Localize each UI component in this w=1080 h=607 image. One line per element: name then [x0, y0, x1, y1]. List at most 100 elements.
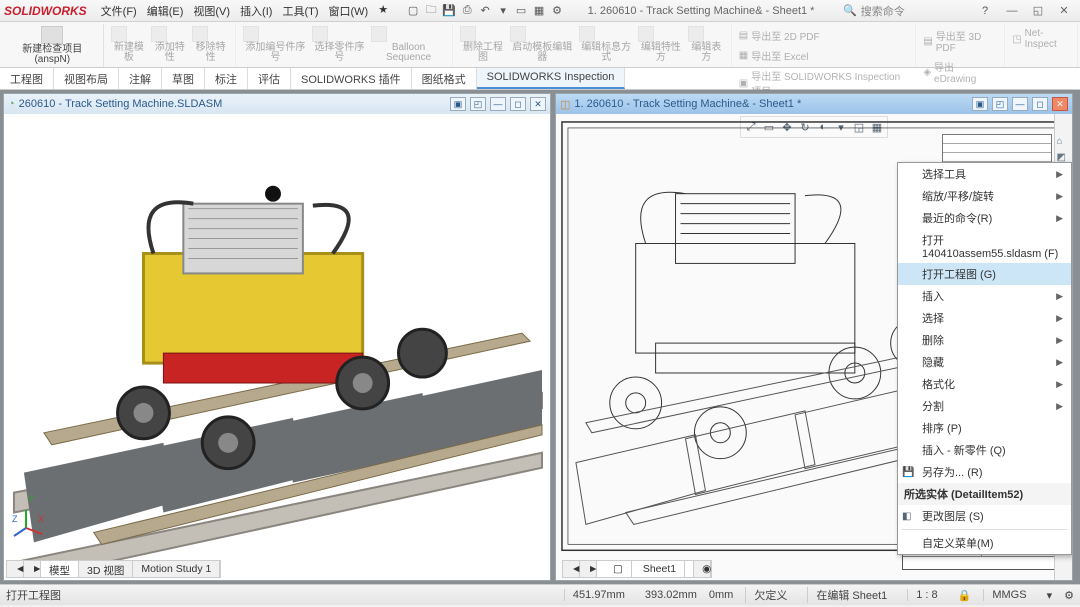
- tab-model[interactable]: 模型: [41, 561, 79, 577]
- ctx-customize[interactable]: 自定义菜单(M): [898, 532, 1071, 554]
- menu-star[interactable]: ★: [374, 1, 392, 21]
- qat-undo-icon[interactable]: ↶: [478, 4, 492, 18]
- menu-edit[interactable]: 编辑(E): [143, 1, 188, 21]
- ctx-delete[interactable]: 删除▶: [898, 329, 1071, 351]
- sheet-next-icon[interactable]: ►: [580, 561, 597, 577]
- new-template-icon[interactable]: [111, 26, 127, 42]
- status-scale[interactable]: 1 : 8: [907, 589, 945, 601]
- status-coord-x: 451.97mm: [564, 589, 633, 601]
- qat-save-icon[interactable]: 💾: [442, 4, 456, 18]
- tab-inspection[interactable]: SOLIDWORKS Inspection: [477, 68, 626, 89]
- export-edraw[interactable]: ◈导出 eDrawing: [923, 57, 998, 87]
- tab-markup[interactable]: 标注: [205, 68, 248, 89]
- ctx-insert[interactable]: 插入▶: [898, 285, 1071, 307]
- qat-select-icon[interactable]: ▭: [514, 4, 528, 18]
- ctx-select-tool[interactable]: 选择工具▶: [898, 163, 1071, 185]
- status-dropdown-icon[interactable]: ▾: [1047, 589, 1053, 602]
- mdi-close-button-r[interactable]: ✕: [1052, 97, 1068, 111]
- tab-3dview[interactable]: 3D 视图: [79, 561, 133, 577]
- remove-chars-icon[interactable]: [192, 26, 208, 42]
- ctx-save-as[interactable]: 💾另存为... (R): [898, 461, 1071, 483]
- mdi-popout-icon[interactable]: ◰: [470, 97, 486, 111]
- inspect-proj-icon[interactable]: [41, 26, 63, 44]
- ctx-open-drawing[interactable]: 打开工程图 (G): [898, 263, 1071, 285]
- status-units[interactable]: MMGS: [983, 589, 1034, 601]
- edit-char-icon[interactable]: [638, 26, 654, 42]
- edit-table-icon[interactable]: [688, 26, 704, 42]
- restore-button[interactable]: ◱: [1026, 3, 1050, 19]
- mdi-min-button[interactable]: —: [490, 97, 506, 111]
- drawing-viewport[interactable]: ⤢ ▭ ✥ ↻ ◐ ▾ ◲ ▦: [556, 114, 1072, 580]
- tab-evaluate[interactable]: 评估: [248, 68, 291, 89]
- ctx-insert-new[interactable]: 插入 - 新零件 (Q): [898, 439, 1071, 461]
- menu-view[interactable]: 视图(V): [189, 1, 234, 21]
- menu-tools[interactable]: 工具(T): [278, 1, 322, 21]
- orientation-triad[interactable]: Y X Z: [16, 508, 46, 540]
- qat-open-icon[interactable]: 🗀: [424, 4, 438, 18]
- status-lock-icon[interactable]: 🔒: [958, 589, 972, 602]
- tab-next-icon[interactable]: ►: [24, 561, 41, 577]
- mdi-max-button[interactable]: ◻: [510, 97, 526, 111]
- sheet-prev-icon[interactable]: ◄: [563, 561, 580, 577]
- minimize-button[interactable]: —: [1000, 3, 1024, 19]
- remove-drawing-icon[interactable]: [460, 26, 476, 42]
- add-chars-icon[interactable]: [151, 26, 167, 42]
- edit-balloon-icon[interactable]: [579, 26, 595, 42]
- tab-addins[interactable]: SOLIDWORKS 插件: [291, 68, 412, 89]
- tab-annotate[interactable]: 注解: [119, 68, 162, 89]
- ctx-sort[interactable]: 排序 (P): [898, 417, 1071, 439]
- ctx-change-layer[interactable]: ◧更改图层 (S): [898, 505, 1071, 527]
- add-sheet-icon[interactable]: ◉: [694, 561, 711, 577]
- ctx-zoom-pan[interactable]: 缩放/平移/旋转▶: [898, 185, 1071, 207]
- taskpane-home-icon[interactable]: ⌂: [1057, 136, 1071, 150]
- rib-group-export1: ▤导出至 2D PDF ▦导出至 Excel ▣导出至 SOLIDWORKS I…: [733, 24, 917, 67]
- ctx-recent[interactable]: 最近的命令(R)▶: [898, 207, 1071, 229]
- mdi-max-button-r[interactable]: ◻: [1032, 97, 1048, 111]
- ctx-open-file-label: 打开 140410assem55.sldasm (F): [922, 232, 1063, 260]
- mdi-min-button-r[interactable]: —: [1012, 97, 1028, 111]
- export-3d[interactable]: ▤导出至 3D PDF: [923, 26, 998, 56]
- mdi-window-model: ◔ 260610 - Track Setting Machine.SLDASM …: [3, 93, 551, 581]
- help-icon[interactable]: ?: [978, 4, 992, 18]
- tab-sheetformat[interactable]: 图纸格式: [412, 68, 477, 89]
- tab-sketch[interactable]: 草图: [162, 68, 205, 89]
- mdi-close-button[interactable]: ✕: [530, 97, 546, 111]
- ctx-select-tool-label: 选择工具: [922, 166, 966, 182]
- netinspect[interactable]: ◳Net-Inspect: [1012, 26, 1071, 52]
- qat-rebuild-icon[interactable]: ▦: [532, 4, 546, 18]
- menu-insert[interactable]: 插入(I): [236, 1, 276, 21]
- command-search[interactable]: 🔍 搜索命令: [838, 1, 978, 21]
- qat-options-icon[interactable]: ⚙: [550, 4, 564, 18]
- ctx-select[interactable]: 选择▶: [898, 307, 1071, 329]
- export-excel[interactable]: ▦导出至 Excel: [739, 46, 910, 65]
- qat-print-icon[interactable]: ⎙: [460, 4, 474, 18]
- ctx-open-file[interactable]: 打开 140410assem55.sldasm (F): [898, 229, 1071, 263]
- launch-tpl-icon[interactable]: [510, 26, 526, 42]
- menu-window[interactable]: 窗口(W): [325, 1, 373, 21]
- close-button[interactable]: ✕: [1052, 3, 1076, 19]
- mdi-viewport-icon[interactable]: ▣: [450, 97, 466, 111]
- add-nums-icon[interactable]: [243, 26, 259, 42]
- export-2d[interactable]: ▤导出至 2D PDF: [739, 26, 910, 45]
- balloon-seq-icon[interactable]: [371, 26, 387, 42]
- mdi-title-drawing[interactable]: ◫ 1. 260610 - Track Setting Machine& - S…: [556, 94, 1072, 114]
- tab-prev-icon[interactable]: ◄: [7, 561, 24, 577]
- qat-new-icon[interactable]: ▢: [406, 4, 420, 18]
- tab-layout[interactable]: 视图布局: [54, 68, 119, 89]
- tab-drawing[interactable]: 工程图: [0, 68, 54, 89]
- menu-file[interactable]: 文件(F): [97, 1, 141, 21]
- ctx-hide[interactable]: 隐藏▶: [898, 351, 1071, 373]
- mdi-viewport-icon-r[interactable]: ▣: [972, 97, 988, 111]
- status-gear-icon[interactable]: ⚙: [1064, 589, 1074, 602]
- save-as-icon: 💾: [902, 465, 916, 479]
- sheet-tab[interactable]: ▢ Sheet1: [597, 561, 694, 577]
- mdi-title-model[interactable]: ◔ 260610 - Track Setting Machine.SLDASM …: [4, 94, 550, 114]
- assembly-icon: ◔: [8, 98, 15, 110]
- mdi-popout-icon-r[interactable]: ◰: [992, 97, 1008, 111]
- model-viewport[interactable]: Y X Z ◄ ► 模型 3D 视图 Motion Study 1: [4, 114, 550, 580]
- tab-motion[interactable]: Motion Study 1: [133, 561, 220, 577]
- qat-redo-icon[interactable]: ▾: [496, 4, 510, 18]
- ctx-format[interactable]: 格式化▶: [898, 373, 1071, 395]
- select-nums-icon[interactable]: [312, 26, 328, 42]
- ctx-split[interactable]: 分割▶: [898, 395, 1071, 417]
